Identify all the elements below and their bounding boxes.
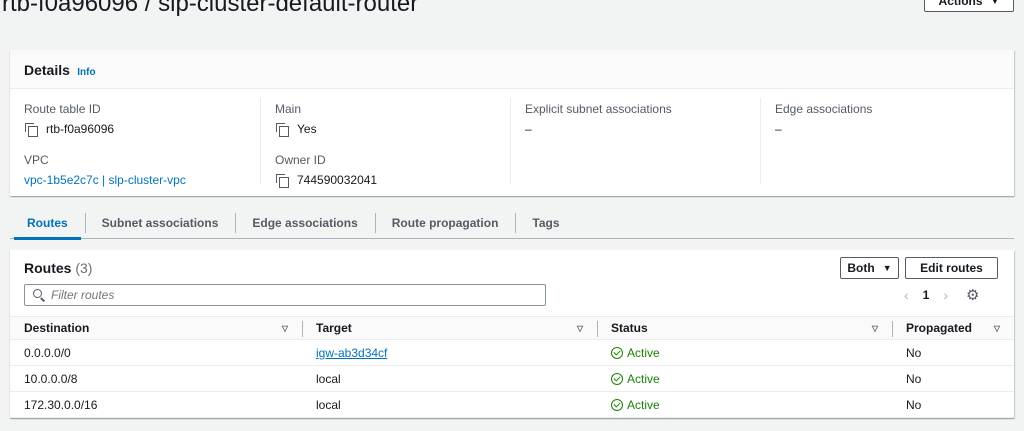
check-circle-icon [611, 372, 623, 385]
status-text: Active [627, 397, 660, 412]
next-page-icon[interactable]: › [943, 287, 948, 303]
details-divider [510, 98, 511, 184]
edge-associations-label: Edge associations [775, 102, 873, 116]
route-filter-select[interactable]: Both ▼ [840, 257, 899, 279]
main-text: Yes [297, 121, 317, 136]
column-label: Destination [24, 321, 90, 335]
previous-page-icon[interactable]: ‹ [904, 287, 909, 303]
routes-heading: Routes (3) [24, 260, 92, 276]
details-column-3: Explicit subnet associations – [525, 102, 672, 136]
tab-routes[interactable]: Routes [10, 207, 85, 240]
tab-edge-associations[interactable]: Edge associations [235, 207, 374, 239]
info-link[interactable]: Info [77, 67, 95, 78]
sort-icon[interactable]: ▽ [994, 324, 1000, 333]
table-row: 10.0.0.0/8 local Active No [10, 366, 1014, 392]
actions-button[interactable]: Actions ▼ [924, 0, 1014, 12]
routes-title: Routes [24, 260, 72, 276]
sort-icon[interactable]: ▽ [282, 324, 288, 333]
search-icon [33, 289, 45, 301]
details-heading: Details [24, 62, 70, 78]
details-header: Details Info [10, 50, 1014, 89]
destination-cell: 0.0.0.0/0 [24, 345, 71, 360]
status-badge: Active [611, 398, 660, 412]
owner-id-value: 744590032041 [275, 172, 378, 188]
route-table-id-value: rtb-f0a96096 [24, 121, 186, 137]
destination-cell: 10.0.0.0/8 [24, 371, 78, 386]
details-column-1: Route table ID rtb-f0a96096 VPC vpc-1b5e… [24, 102, 186, 187]
tab-bar: Routes Subnet associations Edge associat… [10, 207, 1014, 240]
column-label: Status [611, 321, 648, 335]
filter-routes-input[interactable] [51, 288, 531, 302]
status-cell: Active [597, 372, 892, 386]
status-badge: Active [611, 372, 660, 386]
copy-icon[interactable] [275, 122, 289, 137]
check-circle-icon [611, 346, 623, 359]
routes-panel: Routes (3) Both ▼ Edit routes ‹ 1 › ⚙ De… [10, 250, 1014, 418]
page-title: rtb-f0a96096 / slp-cluster-default-route… [2, 0, 419, 17]
table-header: Destination ▽ Target ▽ Status ▽ Propagat… [10, 316, 1014, 340]
routes-count: (3) [75, 260, 93, 276]
destination-cell: 172.30.0.0/16 [24, 397, 98, 412]
explicit-subnet-label: Explicit subnet associations [525, 102, 672, 116]
main-label: Main [275, 102, 302, 116]
check-circle-icon [611, 398, 623, 411]
propagated-cell: No [906, 397, 922, 412]
column-header-propagated[interactable]: Propagated ▽ [892, 317, 1014, 339]
actions-label: Actions [938, 0, 983, 8]
propagated-cell: No [906, 371, 922, 386]
propagated-cell: No [906, 345, 922, 360]
column-header-target[interactable]: Target ▽ [302, 317, 597, 339]
owner-id-label: Owner ID [275, 153, 326, 167]
status-text: Active [627, 345, 660, 360]
target-link[interactable]: igw-ab3d34cf [316, 346, 387, 360]
sort-icon[interactable]: ▽ [872, 324, 878, 333]
edit-routes-button[interactable]: Edit routes [905, 257, 998, 279]
details-divider [260, 98, 261, 184]
details-divider [760, 98, 761, 184]
status-badge: Active [611, 346, 660, 360]
tab-tags[interactable]: Tags [515, 207, 576, 239]
target-cell: local [316, 397, 341, 412]
vpc-value: vpc-1b5e2c7c | slp-cluster-vpc [24, 172, 186, 187]
tab-route-propagation[interactable]: Route propagation [374, 207, 516, 239]
gear-icon[interactable]: ⚙ [966, 286, 979, 304]
caret-down-icon: ▼ [990, 0, 1000, 6]
details-column-2: Main Yes Owner ID 744590032041 [275, 102, 378, 188]
sort-icon[interactable]: ▽ [577, 324, 583, 333]
main-value: Yes [275, 121, 377, 137]
vpc-link[interactable]: vpc-1b5e2c7c | slp-cluster-vpc [24, 173, 186, 187]
column-header-destination[interactable]: Destination ▽ [10, 317, 302, 339]
column-header-status[interactable]: Status ▽ [597, 317, 892, 339]
table-row: 172.30.0.0/16 local Active No [10, 392, 1014, 418]
tab-subnet-associations[interactable]: Subnet associations [84, 207, 236, 239]
table-row: 0.0.0.0/0 igw-ab3d34cf Active No [10, 340, 1014, 366]
column-label: Target [316, 321, 352, 335]
details-column-4: Edge associations – [775, 102, 872, 136]
route-filter-value: Both [847, 261, 875, 275]
caret-down-icon: ▼ [882, 263, 892, 273]
routes-table: Destination ▽ Target ▽ Status ▽ Propagat… [10, 316, 1014, 418]
column-label: Propagated [906, 321, 973, 335]
filter-routes-field[interactable] [24, 284, 546, 306]
details-panel: Details Info Route table ID rtb-f0a96096… [10, 50, 1014, 196]
route-table-id-label: Route table ID [24, 102, 101, 116]
copy-icon[interactable] [24, 122, 38, 137]
status-cell: Active [597, 346, 892, 360]
pagination: ‹ 1 › ⚙ [904, 286, 979, 304]
owner-id-text: 744590032041 [297, 172, 378, 187]
route-table-id-text: rtb-f0a96096 [46, 121, 115, 136]
vpc-label: VPC [24, 153, 49, 167]
target-cell: igw-ab3d34cf [302, 346, 597, 360]
status-text: Active [627, 371, 660, 386]
page-number[interactable]: 1 [923, 288, 930, 302]
status-cell: Active [597, 398, 892, 412]
explicit-subnet-value: – [525, 121, 532, 136]
target-cell: local [316, 371, 341, 386]
edge-associations-value: – [775, 121, 782, 136]
page-header: rtb-f0a96096 / slp-cluster-default-route… [0, 0, 1024, 30]
copy-icon[interactable] [275, 173, 289, 188]
